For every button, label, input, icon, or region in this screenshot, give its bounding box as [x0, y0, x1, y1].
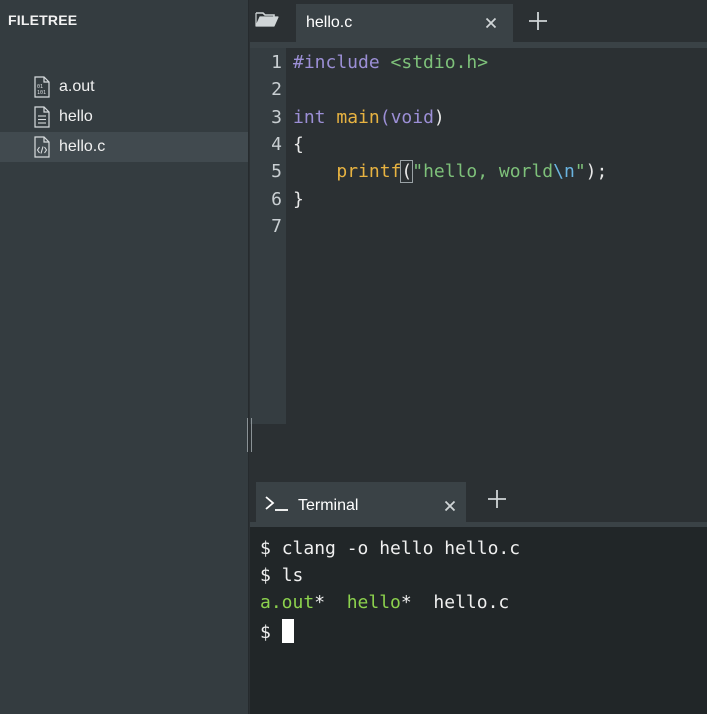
file-tree-sidebar: FILETREE 01 101 a.out hello hello.c — [0, 0, 249, 714]
file-item-a-out[interactable]: 01 101 a.out — [0, 72, 248, 102]
line-number: 3 — [271, 107, 282, 128]
terminal-line-3: a.out* hello* hello.c — [260, 592, 509, 613]
terminal-tab-divider — [250, 522, 707, 527]
string-literal-end: " — [574, 161, 586, 182]
new-terminal-button[interactable] — [486, 488, 508, 510]
paren: ( — [379, 107, 391, 128]
executable-marker: * — [400, 592, 434, 613]
text-file-icon — [34, 106, 50, 128]
line-number: 1 — [271, 52, 282, 73]
terminal-line-1: $ clang -o hello hello.c — [260, 538, 520, 559]
preprocessor-directive: #include — [293, 52, 380, 73]
file-item-hello-c[interactable]: hello.c — [0, 132, 248, 162]
new-tab-button[interactable] — [527, 10, 549, 32]
line-number: 4 — [271, 134, 282, 155]
file-item-label: hello.c — [59, 138, 106, 155]
function-call: printf — [336, 161, 402, 182]
terminal-prompt-icon — [264, 494, 290, 517]
line-number: 6 — [271, 189, 282, 210]
prompt: $ — [260, 538, 271, 559]
terminal-pane: Terminal $ clang -o hello hello.c $ ls a… — [250, 476, 707, 714]
line-number: 7 — [271, 216, 282, 237]
line-number: 5 — [271, 161, 282, 182]
editor-tab-bar: hello.c — [250, 0, 707, 42]
folder-open-icon — [255, 10, 279, 33]
plus-icon — [529, 12, 547, 30]
function-name: main — [336, 107, 380, 128]
prompt: $ — [260, 565, 271, 586]
brace: { — [293, 134, 304, 155]
code-line-1: #include <stdio.h> — [293, 52, 488, 73]
plus-icon — [488, 490, 506, 508]
line-number-gutter: 1 2 3 4 5 6 7 — [250, 48, 286, 424]
command: ls — [281, 565, 304, 586]
terminal-tab-bar: Terminal — [250, 476, 707, 526]
open-folder-button[interactable] — [250, 6, 284, 36]
string-literal: "hello, world — [412, 161, 554, 182]
close-paren-semicolon: ); — [585, 161, 608, 182]
svg-text:101: 101 — [37, 90, 46, 96]
file-item-label: a.out — [59, 78, 95, 95]
close-icon — [485, 17, 497, 29]
code-file-icon — [34, 136, 50, 158]
type-keyword: int — [293, 107, 326, 128]
terminal-tab[interactable]: Terminal — [256, 482, 466, 522]
terminal-line-4: $ — [260, 619, 294, 643]
code-line-5: printf("hello, world\n"); — [293, 160, 608, 183]
close-tab-button[interactable] — [483, 15, 499, 31]
editor-tab-hello-c[interactable]: hello.c — [296, 4, 513, 42]
executable-name: a.out — [260, 592, 315, 613]
close-terminal-button[interactable] — [442, 498, 458, 514]
file-item-hello[interactable]: hello — [0, 102, 248, 132]
brace: } — [293, 189, 304, 210]
escape-sequence: \n — [553, 161, 575, 182]
executable-marker: * — [314, 592, 347, 613]
command: clang -o hello hello.c — [281, 538, 521, 559]
file-name: hello.c — [433, 592, 510, 613]
close-icon — [444, 500, 456, 512]
binary-file-icon: 01 101 — [34, 76, 50, 98]
code-line-4: { — [293, 134, 304, 155]
terminal-cursor — [281, 619, 294, 643]
file-tree-title: FILETREE — [8, 12, 78, 28]
terminal-tab-label: Terminal — [298, 497, 359, 514]
pane-resize-handle[interactable] — [247, 418, 252, 452]
file-item-label: hello — [59, 108, 93, 125]
param-keyword: void — [390, 107, 434, 128]
editor-tab-label: hello.c — [306, 14, 353, 31]
code-line-3: int main(void) — [293, 107, 445, 128]
include-header: <stdio.h> — [390, 52, 489, 73]
code-editor[interactable]: #include <stdio.h> int main(void) { prin… — [293, 48, 703, 424]
prompt: $ — [260, 622, 271, 643]
paren: ) — [433, 107, 445, 128]
executable-name: hello — [346, 592, 401, 613]
paren-match: ( — [400, 160, 414, 183]
line-number: 2 — [271, 79, 282, 100]
editor-pane: hello.c 1 2 3 4 5 6 7 #include <stdio.h>… — [250, 0, 707, 476]
code-line-6: } — [293, 189, 304, 210]
terminal-line-2: $ ls — [260, 565, 303, 586]
